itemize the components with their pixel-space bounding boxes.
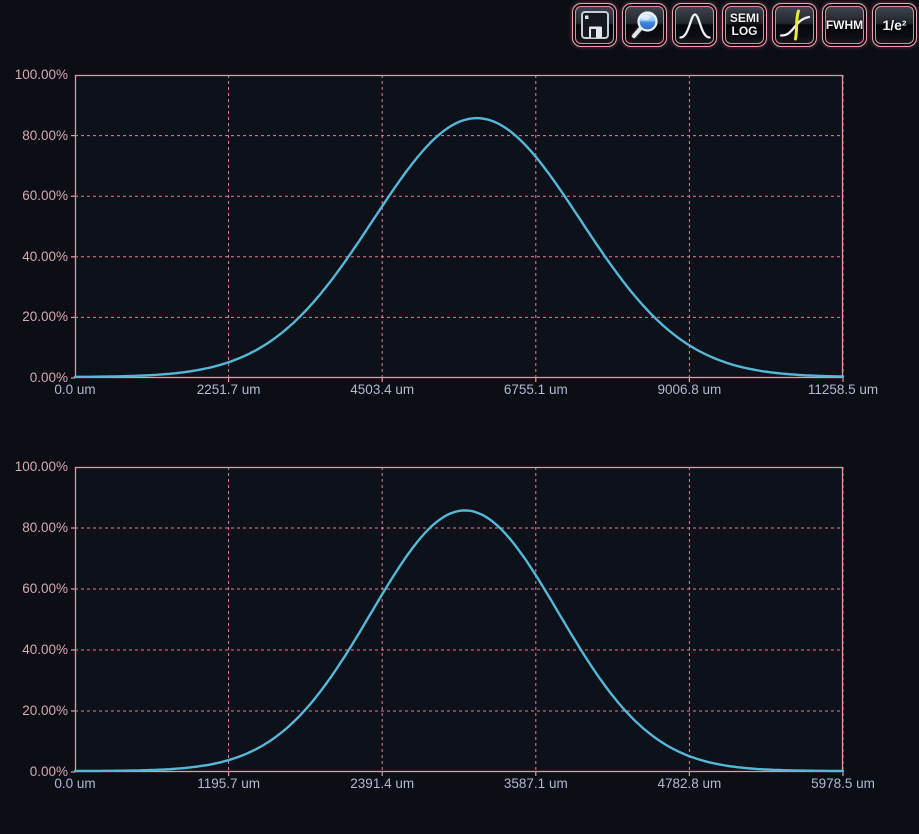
fwhm-button[interactable]: FWHM — [822, 3, 867, 47]
x-tick-label: 9006.8 um — [657, 382, 721, 397]
x-tick-label: 1195.7 um — [197, 776, 260, 791]
inv-e-squared-button[interactable]: 1/e² — [872, 3, 917, 47]
save-button[interactable] — [572, 3, 617, 47]
x-tick-label: 4782.8 um — [657, 776, 721, 791]
x-tick-label: 5978.5 um — [811, 776, 875, 791]
floppy-disk-icon — [578, 8, 612, 42]
x-tick-label: 6755.1 um — [504, 382, 568, 397]
beam-profile-plot-2[interactable] — [75, 467, 843, 772]
x-tick-label: 2391.4 um — [350, 776, 414, 791]
x-tick-label: 0.0 um — [54, 776, 95, 791]
y-tick-label: 60.00% — [0, 188, 68, 204]
beam-profile-plot-1[interactable] — [75, 75, 843, 378]
x-tick-label: 0.0 um — [54, 382, 95, 397]
chart-2-y-axis-labels: 100.00% 80.00% 60.00% 40.00% 20.00% 0.00… — [0, 467, 70, 772]
chart-1-y-axis-labels: 100.00% 80.00% 60.00% 40.00% 20.00% 0.00… — [0, 75, 70, 378]
magnifier-icon — [628, 8, 662, 42]
y-tick-label: 20.00% — [0, 703, 68, 719]
chart-2-x-axis-labels: 0.0 um 1195.7 um 2391.4 um 3587.1 um 478… — [75, 776, 843, 793]
gaussian-fit-button[interactable] — [672, 3, 717, 47]
y-tick-label: 40.00% — [0, 249, 68, 265]
x-tick-label: 2251.7 um — [197, 382, 261, 397]
x-tick-label: 4503.4 um — [350, 382, 414, 397]
y-tick-label: 40.00% — [0, 642, 68, 658]
y-tick-label: 80.00% — [0, 128, 68, 144]
semilog-button[interactable]: SEMI LOG — [722, 3, 767, 47]
y-tick-label: 60.00% — [0, 581, 68, 597]
semilog-label: SEMI LOG — [730, 12, 759, 38]
x-tick-label: 11258.5 um — [808, 382, 878, 397]
zoom-button[interactable] — [622, 3, 667, 47]
toolbar: SEMI LOG FWHM 1/e² — [572, 3, 917, 47]
y-tick-label: 100.00% — [0, 67, 68, 83]
inv-e-squared-label: 1/e² — [882, 18, 906, 33]
gaussian-curve-icon — [678, 8, 712, 42]
knife-edge-curve-icon — [778, 8, 812, 42]
fwhm-label: FWHM — [826, 19, 863, 32]
x-tick-label: 3587.1 um — [504, 776, 568, 791]
chart-1-x-axis-labels: 0.0 um 2251.7 um 4503.4 um 6755.1 um 900… — [75, 382, 843, 399]
y-tick-label: 80.00% — [0, 520, 68, 536]
y-tick-label: 100.00% — [0, 459, 68, 475]
knife-edge-button[interactable] — [772, 3, 817, 47]
y-tick-label: 20.00% — [0, 309, 68, 325]
